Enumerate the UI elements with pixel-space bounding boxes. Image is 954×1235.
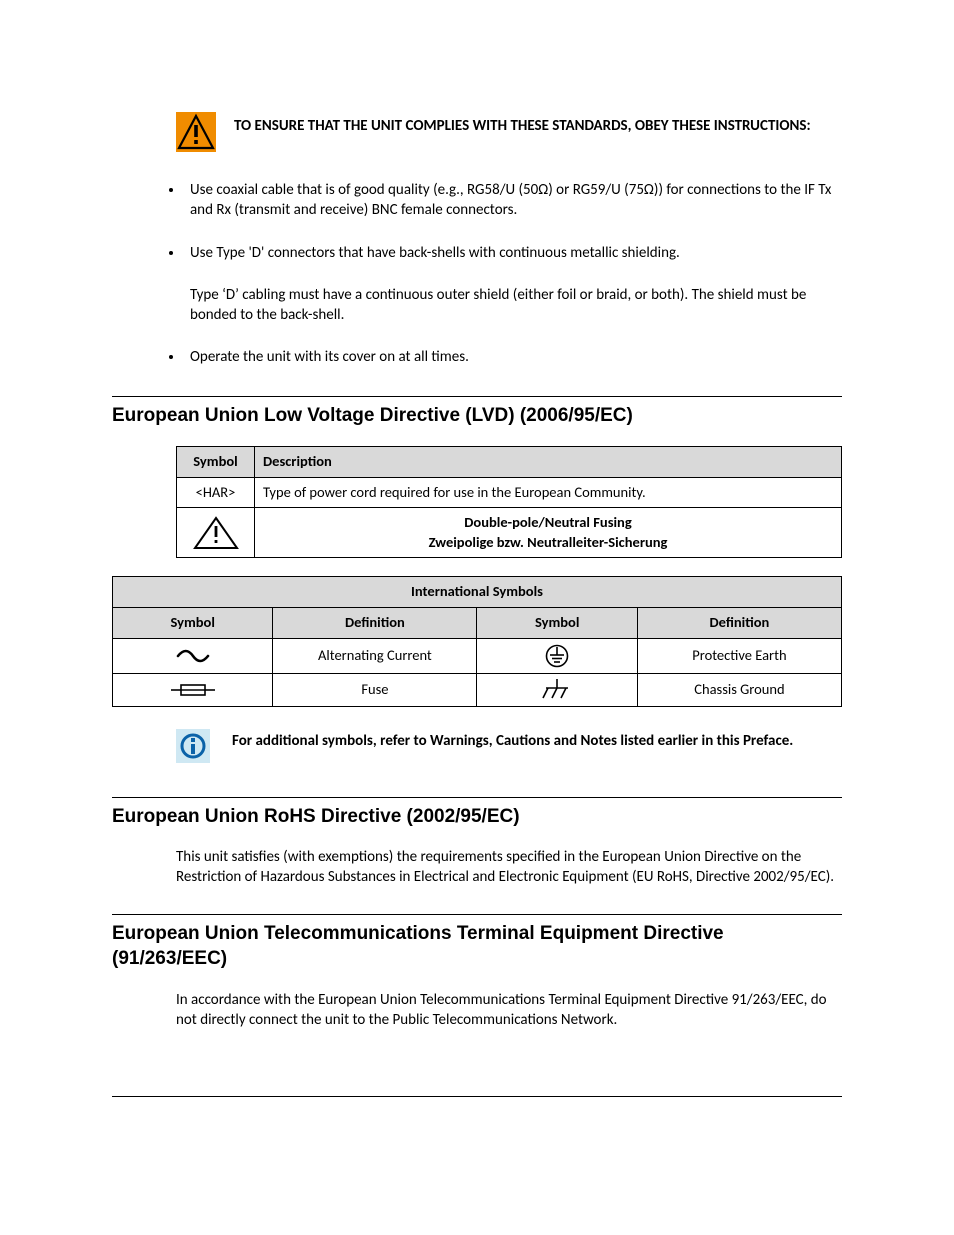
- ac-icon: [176, 648, 210, 664]
- col-header-description: Description: [255, 447, 842, 478]
- cell-desc-har: Type of power cord required for use in t…: [255, 477, 842, 508]
- caution-triangle-icon: [193, 516, 239, 550]
- cell-symbol-har: <HAR>: [177, 477, 255, 508]
- info-icon: [176, 729, 214, 763]
- instruction-bullets: Use coaxial cable that is of good qualit…: [184, 180, 842, 368]
- col-header-definition: Definition: [637, 607, 841, 638]
- info-text: For additional symbols, refer to Warning…: [232, 729, 793, 751]
- bullet-subtext: Type ‘D’ cabling must have a continuous …: [190, 285, 836, 326]
- bullet-item: Operate the unit with its cover on at al…: [184, 347, 836, 367]
- fuse-icon: [171, 682, 215, 698]
- bullet-item: Use Type 'D' connectors that have back-s…: [184, 243, 836, 326]
- info-note-block: For additional symbols, refer to Warning…: [176, 729, 842, 763]
- cell-def-fuse: Fuse: [273, 673, 477, 706]
- protective-earth-icon: [544, 644, 570, 668]
- bullet-text: Operate the unit with its cover on at al…: [190, 348, 469, 366]
- cell-def-pe: Protective Earth: [637, 638, 841, 673]
- cell-symbol-ac: [113, 638, 273, 673]
- section-heading-lvd: European Union Low Voltage Directive (LV…: [112, 396, 842, 429]
- cell-def-cg: Chassis Ground: [637, 673, 841, 706]
- col-header-symbol: Symbol: [113, 607, 273, 638]
- compliance-warning-block: TO ENSURE THAT THE UNIT COMPLIES WITH TH…: [176, 112, 842, 152]
- cell-def-ac: Alternating Current: [273, 638, 477, 673]
- bullet-item: Use coaxial cable that is of good qualit…: [184, 180, 836, 221]
- cell-symbol-caution-triangle: [177, 508, 255, 558]
- warning-text: TO ENSURE THAT THE UNIT COMPLIES WITH TH…: [234, 112, 811, 136]
- rohs-body: This unit satisfies (with exemptions) th…: [176, 847, 842, 888]
- lvd-table: Symbol Description <HAR> Type of power c…: [176, 446, 842, 558]
- section-heading-tte: European Union Telecommunications Termin…: [112, 914, 842, 972]
- section-heading-rohs: European Union RoHS Directive (2002/95/E…: [112, 797, 842, 830]
- bullet-text: Use Type 'D' connectors that have back-s…: [190, 244, 680, 262]
- international-symbols-table: International Symbols Symbol Definition …: [112, 576, 842, 706]
- cell-symbol-cg: [477, 673, 637, 706]
- col-header-definition: Definition: [273, 607, 477, 638]
- footer-rule: [112, 1096, 842, 1097]
- table-title: International Symbols: [113, 577, 842, 608]
- fusing-line2: Zweipolige bzw. Neutralleiter-Sicherung: [429, 533, 668, 551]
- cell-desc-fusing: Double-pole/Neutral Fusing Zweipolige bz…: [255, 508, 842, 558]
- bullet-text: Use coaxial cable that is of good qualit…: [190, 181, 831, 219]
- warning-icon: [176, 112, 216, 152]
- col-header-symbol: Symbol: [177, 447, 255, 478]
- chassis-ground-icon: [542, 679, 572, 701]
- col-header-symbol: Symbol: [477, 607, 637, 638]
- fusing-line1: Double-pole/Neutral Fusing: [464, 513, 631, 531]
- tte-body: In accordance with the European Union Te…: [176, 990, 842, 1031]
- cell-symbol-fuse: [113, 673, 273, 706]
- cell-symbol-pe: [477, 638, 637, 673]
